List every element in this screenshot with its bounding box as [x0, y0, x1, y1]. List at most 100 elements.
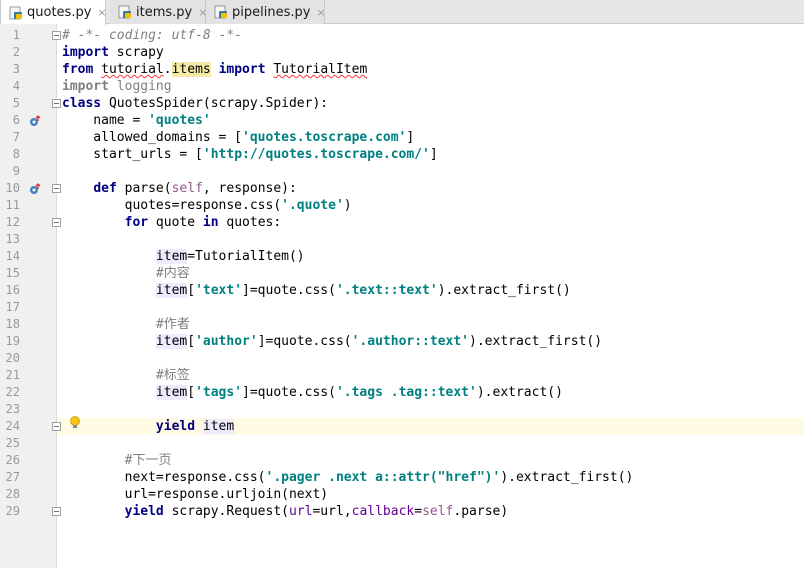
code-line[interactable]: 21 #标签	[0, 367, 804, 384]
tab-quotes-py[interactable]: quotes.py ×	[0, 0, 107, 25]
code-line[interactable]: 24 yield item	[0, 418, 804, 435]
code-token: ]=quote.css(	[257, 334, 352, 349]
line-number: 10	[5, 181, 20, 195]
line-number: 28	[5, 487, 20, 501]
code-line[interactable]: 19 item['author']=quote.css('.author::te…	[0, 333, 804, 350]
code-token: self	[422, 504, 454, 519]
code-text[interactable]: yield item	[62, 418, 235, 435]
line-number: 27	[5, 470, 20, 484]
code-text[interactable]: #下一页	[62, 452, 172, 469]
close-icon[interactable]: ×	[97, 6, 106, 19]
code-line[interactable]: 26 #下一页	[0, 452, 804, 469]
code-text[interactable]: for quote in quotes:	[62, 214, 282, 231]
code-text[interactable]: item['tags']=quote.css('.tags .tag::text…	[62, 384, 563, 401]
code-line[interactable]: 16 item['text']=quote.css('.text::text')…	[0, 282, 804, 299]
code-text[interactable]: name = 'quotes'	[62, 112, 210, 129]
fold-marker-icon[interactable]	[52, 422, 61, 431]
code-line[interactable]: 12 for quote in quotes:	[0, 214, 804, 231]
code-token: ).extract_first()	[437, 283, 571, 298]
code-token: # -*- coding: utf-8 -*-	[62, 28, 243, 43]
code-line[interactable]: 6 name = 'quotes'	[0, 112, 804, 129]
code-text[interactable]: start_urls = ['http://quotes.toscrape.co…	[62, 146, 437, 163]
code-line[interactable]: 14 item=TutorialItem()	[0, 248, 804, 265]
code-line[interactable]: 17	[0, 299, 804, 316]
code-token: tutorial	[101, 62, 164, 77]
code-text[interactable]: import logging	[62, 78, 172, 95]
code-token: item	[155, 249, 188, 264]
code-text[interactable]: def parse(self, response):	[62, 180, 297, 197]
code-text[interactable]: allowed_domains = ['quotes.toscrape.com'…	[62, 129, 414, 146]
code-text[interactable]: next=response.css('.pager .next a::attr(…	[62, 469, 634, 486]
code-token: import	[62, 79, 109, 94]
code-token: in	[202, 215, 219, 230]
code-token: quotes=response.css(	[62, 198, 282, 213]
line-number: 15	[5, 266, 20, 280]
override-marker-icon[interactable]	[29, 183, 41, 195]
code-line[interactable]: 29 yield scrapy.Request(url=url,callback…	[0, 503, 804, 520]
code-text[interactable]: import scrapy	[62, 44, 164, 61]
code-line[interactable]: 8 start_urls = ['http://quotes.toscrape.…	[0, 146, 804, 163]
code-token: '.pager .next a::attr("href")'	[265, 470, 501, 485]
code-token: '.author::text'	[351, 334, 470, 349]
code-text[interactable]: url=response.urljoin(next)	[62, 486, 329, 503]
code-text[interactable]: item=TutorialItem()	[62, 248, 305, 265]
code-line[interactable]: 15 #内容	[0, 265, 804, 282]
code-line[interactable]: 13	[0, 231, 804, 248]
code-token: [	[187, 334, 196, 349]
code-line[interactable]: 2 import scrapy	[0, 44, 804, 61]
code-text[interactable]: quotes=response.css('.quote')	[62, 197, 352, 214]
code-line[interactable]: 27 next=response.css('.pager .next a::at…	[0, 469, 804, 486]
fold-marker-icon[interactable]	[52, 31, 61, 40]
code-line[interactable]: 1 # -*- coding: utf-8 -*-	[0, 27, 804, 44]
code-text[interactable]: #内容	[62, 265, 190, 282]
code-line[interactable]: 3 from tutorial.items import TutorialItem	[0, 61, 804, 78]
fold-marker-icon[interactable]	[52, 507, 61, 516]
code-line[interactable]: 7 allowed_domains = ['quotes.toscrape.co…	[0, 129, 804, 146]
code-token: url=response.urljoin(next)	[62, 487, 329, 502]
code-text[interactable]: # -*- coding: utf-8 -*-	[62, 27, 242, 44]
fold-marker-icon[interactable]	[52, 99, 61, 108]
line-number: 29	[5, 504, 20, 518]
line-number: 23	[5, 402, 20, 416]
code-token: parse(	[116, 181, 172, 196]
code-line[interactable]: 10 def parse(self, response):	[0, 180, 804, 197]
code-line[interactable]: 11 quotes=response.css('.quote')	[0, 197, 804, 214]
code-text[interactable]: yield scrapy.Request(url=url,callback=se…	[62, 503, 509, 520]
code-token: yield	[124, 504, 164, 519]
code-line[interactable]: 28 url=response.urljoin(next)	[0, 486, 804, 503]
code-line[interactable]: 25	[0, 435, 804, 452]
close-icon[interactable]: ×	[316, 6, 325, 19]
code-line[interactable]: 4 import logging	[0, 78, 804, 95]
code-token: ]=quote.css(	[242, 385, 336, 400]
code-line[interactable]: 9	[0, 163, 804, 180]
code-token: quote	[148, 215, 203, 230]
lightbulb-icon[interactable]	[69, 416, 81, 430]
code-line[interactable]: 22 item['tags']=quote.css('.tags .tag::t…	[0, 384, 804, 401]
code-text[interactable]: #标签	[62, 367, 190, 384]
code-text[interactable]: from tutorial.items import TutorialItem	[62, 61, 367, 78]
line-number: 16	[5, 283, 20, 297]
code-line[interactable]: 18 #作者	[0, 316, 804, 333]
override-marker-icon[interactable]	[29, 115, 41, 127]
code-text[interactable]: item['author']=quote.css('.author::text'…	[62, 333, 602, 350]
code-token: QuotesSpider(scrapy.Spider):	[101, 96, 329, 111]
code-token: item	[202, 419, 235, 434]
code-token: 'text'	[195, 283, 243, 298]
code-text[interactable]: #作者	[62, 316, 190, 333]
line-number: 1	[12, 28, 20, 42]
code-line[interactable]: 23	[0, 401, 804, 418]
code-text[interactable]: item['text']=quote.css('.text::text').ex…	[62, 282, 571, 299]
code-token: item	[155, 334, 188, 349]
code-line[interactable]: 20	[0, 350, 804, 367]
fold-marker-icon[interactable]	[52, 184, 61, 193]
code-token: [	[187, 385, 196, 400]
code-text[interactable]: class QuotesSpider(scrapy.Spider):	[62, 95, 328, 112]
tab-items-py[interactable]: items.py ×	[110, 0, 207, 24]
fold-marker-icon[interactable]	[52, 218, 61, 227]
tab-pipelines-py[interactable]: pipelines.py ×	[206, 0, 326, 24]
code-line[interactable]: 5 class QuotesSpider(scrapy.Spider):	[0, 95, 804, 112]
